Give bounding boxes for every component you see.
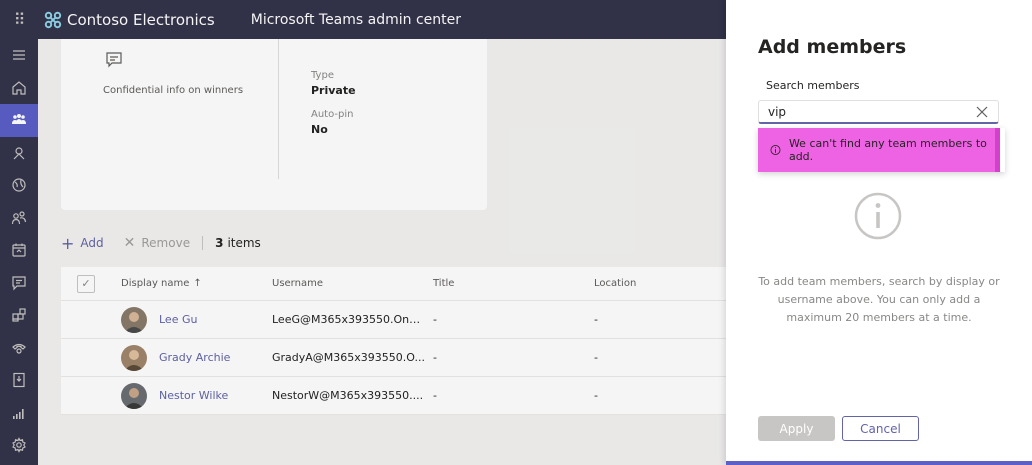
add-member-button[interactable]: + Add — [61, 234, 104, 253]
type-label: Type — [311, 70, 334, 81]
member-title: - — [433, 389, 437, 402]
add-label: Add — [80, 236, 104, 250]
item-count-label: items — [227, 236, 261, 250]
analytics-icon[interactable] — [0, 397, 38, 430]
member-location: - — [594, 351, 598, 364]
remove-label: Remove — [141, 236, 191, 250]
members-table: ✓ Display name ↑ Username Title Location … — [61, 267, 726, 415]
remove-icon: ✕ — [123, 235, 136, 251]
member-title: - — [433, 351, 437, 364]
members-toolbar: + Add ✕ Remove 3 items — [61, 229, 261, 257]
member-location: - — [594, 389, 598, 402]
settings-icon[interactable] — [0, 429, 38, 462]
member-username: LeeG@M365x393550.OnM... — [272, 313, 430, 326]
sort-ascending-icon: ↑ — [193, 278, 202, 289]
locations-icon[interactable] — [0, 364, 38, 397]
meetings-icon[interactable] — [0, 234, 38, 267]
member-name-link[interactable]: Grady Archie — [159, 351, 230, 364]
table-row[interactable]: Lee Gu LeeG@M365x393550.OnM... - - — [61, 301, 726, 339]
autopin-label: Auto-pin — [311, 109, 354, 120]
search-members-box — [758, 100, 999, 124]
error-message-row: We can't find any team members to add. — [758, 128, 1000, 172]
column-location[interactable]: Location — [594, 278, 726, 289]
avatar — [121, 382, 147, 409]
cancel-button[interactable]: Cancel — [842, 416, 919, 441]
avatar — [121, 306, 147, 333]
deployment-icon[interactable] — [0, 137, 38, 170]
panel-title: Add members — [758, 36, 907, 58]
app-title: Microsoft Teams admin center — [250, 11, 462, 28]
app-launcher-icon[interactable]: ⠿ — [0, 0, 38, 39]
table-row[interactable]: Nestor Wilke NestorW@M365x393550.... - - — [61, 377, 726, 415]
clear-search-icon[interactable] — [975, 105, 989, 119]
panel-bottom-accent — [726, 461, 1032, 465]
main-content: Confidential info on winners Type Privat… — [38, 39, 726, 465]
remove-member-button[interactable]: ✕ Remove — [124, 235, 190, 251]
teams-icon[interactable] — [0, 104, 38, 137]
member-name-link[interactable]: Lee Gu — [159, 313, 197, 326]
table-header: ✓ Display name ↑ Username Title Location — [61, 267, 726, 301]
help-text: To add team members, search by display o… — [758, 275, 1000, 324]
select-all-checkbox[interactable]: ✓ — [77, 274, 95, 293]
member-title: - — [433, 313, 437, 326]
search-members-input[interactable] — [759, 101, 969, 122]
column-username[interactable]: Username — [272, 278, 433, 289]
hamburger-menu-icon[interactable] — [0, 39, 38, 72]
add-members-panel: Add members Search members We can't find… — [726, 0, 1032, 465]
autopin-value: No — [311, 123, 328, 136]
brand-name: Contoso Electronics — [67, 10, 215, 29]
top-bar: ⠿ Contoso Electronics Microsoft Teams ad… — [0, 0, 726, 39]
team-info-card: Confidential info on winners Type Privat… — [61, 39, 487, 210]
team-description: Confidential info on winners — [103, 85, 244, 96]
plus-icon: + — [61, 233, 75, 253]
brand: Contoso Electronics — [44, 11, 215, 29]
error-dropdown: We can't find any team members to add. — [758, 128, 1005, 172]
display-name-header: Display name — [121, 278, 190, 289]
type-value: Private — [311, 84, 356, 97]
info-icon — [854, 192, 902, 240]
item-count: 3 items — [215, 236, 261, 250]
table-row[interactable]: Grady Archie GradyA@M365x393550.O... - - — [61, 339, 726, 377]
contoso-logo-icon — [44, 11, 62, 28]
voice-icon[interactable] — [0, 332, 38, 365]
error-info-icon — [770, 145, 781, 155]
error-message: We can't find any team members to add. — [788, 137, 987, 163]
toolbar-separator — [202, 236, 204, 250]
users-icon[interactable] — [0, 202, 38, 235]
left-nav-rail — [0, 39, 38, 465]
apply-button[interactable]: Apply — [758, 416, 835, 441]
member-username: GradyA@M365x393550.O... — [272, 351, 425, 364]
column-title[interactable]: Title — [433, 278, 594, 289]
description-icon — [106, 52, 122, 68]
apps-icon[interactable] — [0, 299, 38, 332]
member-name-link[interactable]: Nestor Wilke — [159, 389, 228, 402]
avatar — [121, 344, 147, 371]
item-count-number: 3 — [215, 236, 224, 250]
search-members-label: Search members — [766, 79, 860, 92]
messaging-icon[interactable] — [0, 267, 38, 300]
column-display-name[interactable]: Display name ↑ — [111, 278, 272, 289]
card-divider — [278, 39, 279, 179]
member-username: NestorW@M365x393550.... — [272, 389, 424, 402]
member-location: - — [594, 313, 598, 326]
home-icon[interactable] — [0, 72, 38, 105]
globe-icon[interactable] — [0, 169, 38, 202]
